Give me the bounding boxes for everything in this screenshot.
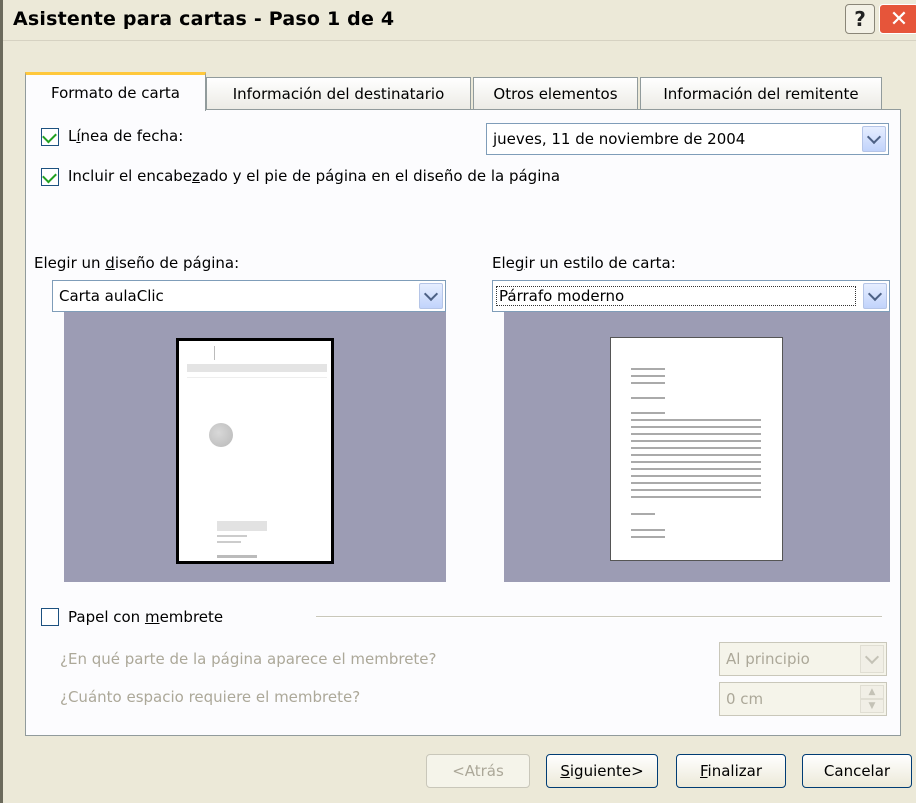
chevron-down-icon [864, 649, 880, 664]
letterhead-label: Papel con membrete [68, 608, 224, 626]
divider [316, 616, 882, 618]
checkbox-checked-icon [42, 128, 57, 144]
header-footer-label: Incluir el encabezado y el pie de página… [68, 167, 561, 185]
finish-button-label: Finalizar [700, 762, 762, 780]
tab-label: Otros elementos [493, 84, 618, 103]
next-button-label: Siguiente> [560, 762, 644, 780]
window-title: Asistente para cartas - Paso 1 de 4 [13, 8, 395, 30]
help-icon: ? [854, 7, 866, 31]
dropdown-arrow-button[interactable] [860, 645, 884, 673]
next-button[interactable]: Siguiente> [546, 754, 658, 788]
finish-button[interactable]: Finalizar [676, 754, 786, 788]
close-button[interactable]: ✕ [879, 4, 916, 34]
dropdown-arrow-button[interactable] [862, 126, 886, 152]
page-design-label: Elegir un diseño de página: [34, 254, 240, 272]
cancel-button-label: Cancelar [823, 762, 891, 780]
letter-style-label: Elegir un estilo de carta: [492, 254, 676, 272]
dropdown-arrow-button[interactable] [419, 283, 443, 309]
tab-informacion-del-remitente[interactable]: Información del remitente [640, 77, 882, 109]
letter-wizard-dialog: Asistente para cartas - Paso 1 de 4 ? ✕ … [0, 0, 916, 803]
back-button-label: <Atrás [452, 762, 504, 780]
title-bar: Asistente para cartas - Paso 1 de 4 ? ✕ [3, 0, 916, 41]
letter-style-thumbnail [610, 337, 783, 561]
tab-otros-elementos[interactable]: Otros elementos [473, 77, 638, 109]
letter-style-dropdown[interactable]: Párrafo moderno [492, 280, 890, 312]
page-design-value: Carta aulaClic [59, 287, 164, 305]
letterhead-position-label: ¿En qué parte de la página aparece el me… [60, 650, 437, 668]
tab-informacion-del-destinatario[interactable]: Información del destinatario [206, 77, 471, 109]
letterhead-space-label: ¿Cuánto espacio requiere el membrete? [60, 688, 361, 706]
date-format-value: jueves, 11 de noviembre de 2004 [493, 130, 746, 148]
chevron-down-icon [423, 286, 439, 301]
date-line-label: Línea de fecha: [68, 127, 184, 145]
letterhead-space-value: 0 cm [726, 690, 764, 708]
letter-style-value: Párrafo moderno [496, 286, 856, 306]
date-line-checkbox[interactable] [41, 128, 59, 146]
checkbox-checked-icon [42, 168, 57, 184]
spin-up-icon[interactable]: ▲ [860, 685, 884, 699]
dropdown-arrow-button[interactable] [863, 283, 887, 309]
tab-label: Información del destinatario [232, 84, 445, 103]
tab-formato-de-carta[interactable]: Formato de carta [25, 72, 206, 111]
letterhead-checkbox[interactable] [41, 608, 59, 626]
page-design-dropdown[interactable]: Carta aulaClic [52, 280, 446, 312]
page-design-thumbnail [176, 338, 334, 564]
back-button[interactable]: <Atrás [426, 754, 530, 788]
help-button[interactable]: ? [845, 4, 875, 34]
globe-icon [209, 423, 233, 447]
tab-label: Información del remitente [663, 84, 859, 103]
tab-label: Formato de carta [50, 84, 180, 102]
close-icon: ✕ [889, 6, 909, 32]
spin-down-icon[interactable]: ▼ [860, 699, 884, 713]
letter-style-preview [504, 312, 890, 582]
chevron-down-icon [866, 129, 882, 144]
tab-panel: Línea de fecha: jueves, 11 de noviembre … [25, 109, 901, 736]
page-design-preview [64, 312, 446, 582]
date-format-dropdown[interactable]: jueves, 11 de noviembre de 2004 [486, 123, 889, 155]
letterhead-position-value: Al principio [726, 650, 810, 668]
chevron-down-icon [867, 286, 883, 301]
cancel-button[interactable]: Cancelar [802, 754, 912, 788]
letterhead-space-spinner[interactable]: 0 cm ▲ ▼ [719, 682, 887, 716]
letterhead-position-dropdown[interactable]: Al principio [719, 642, 887, 676]
header-footer-checkbox[interactable] [41, 168, 59, 186]
